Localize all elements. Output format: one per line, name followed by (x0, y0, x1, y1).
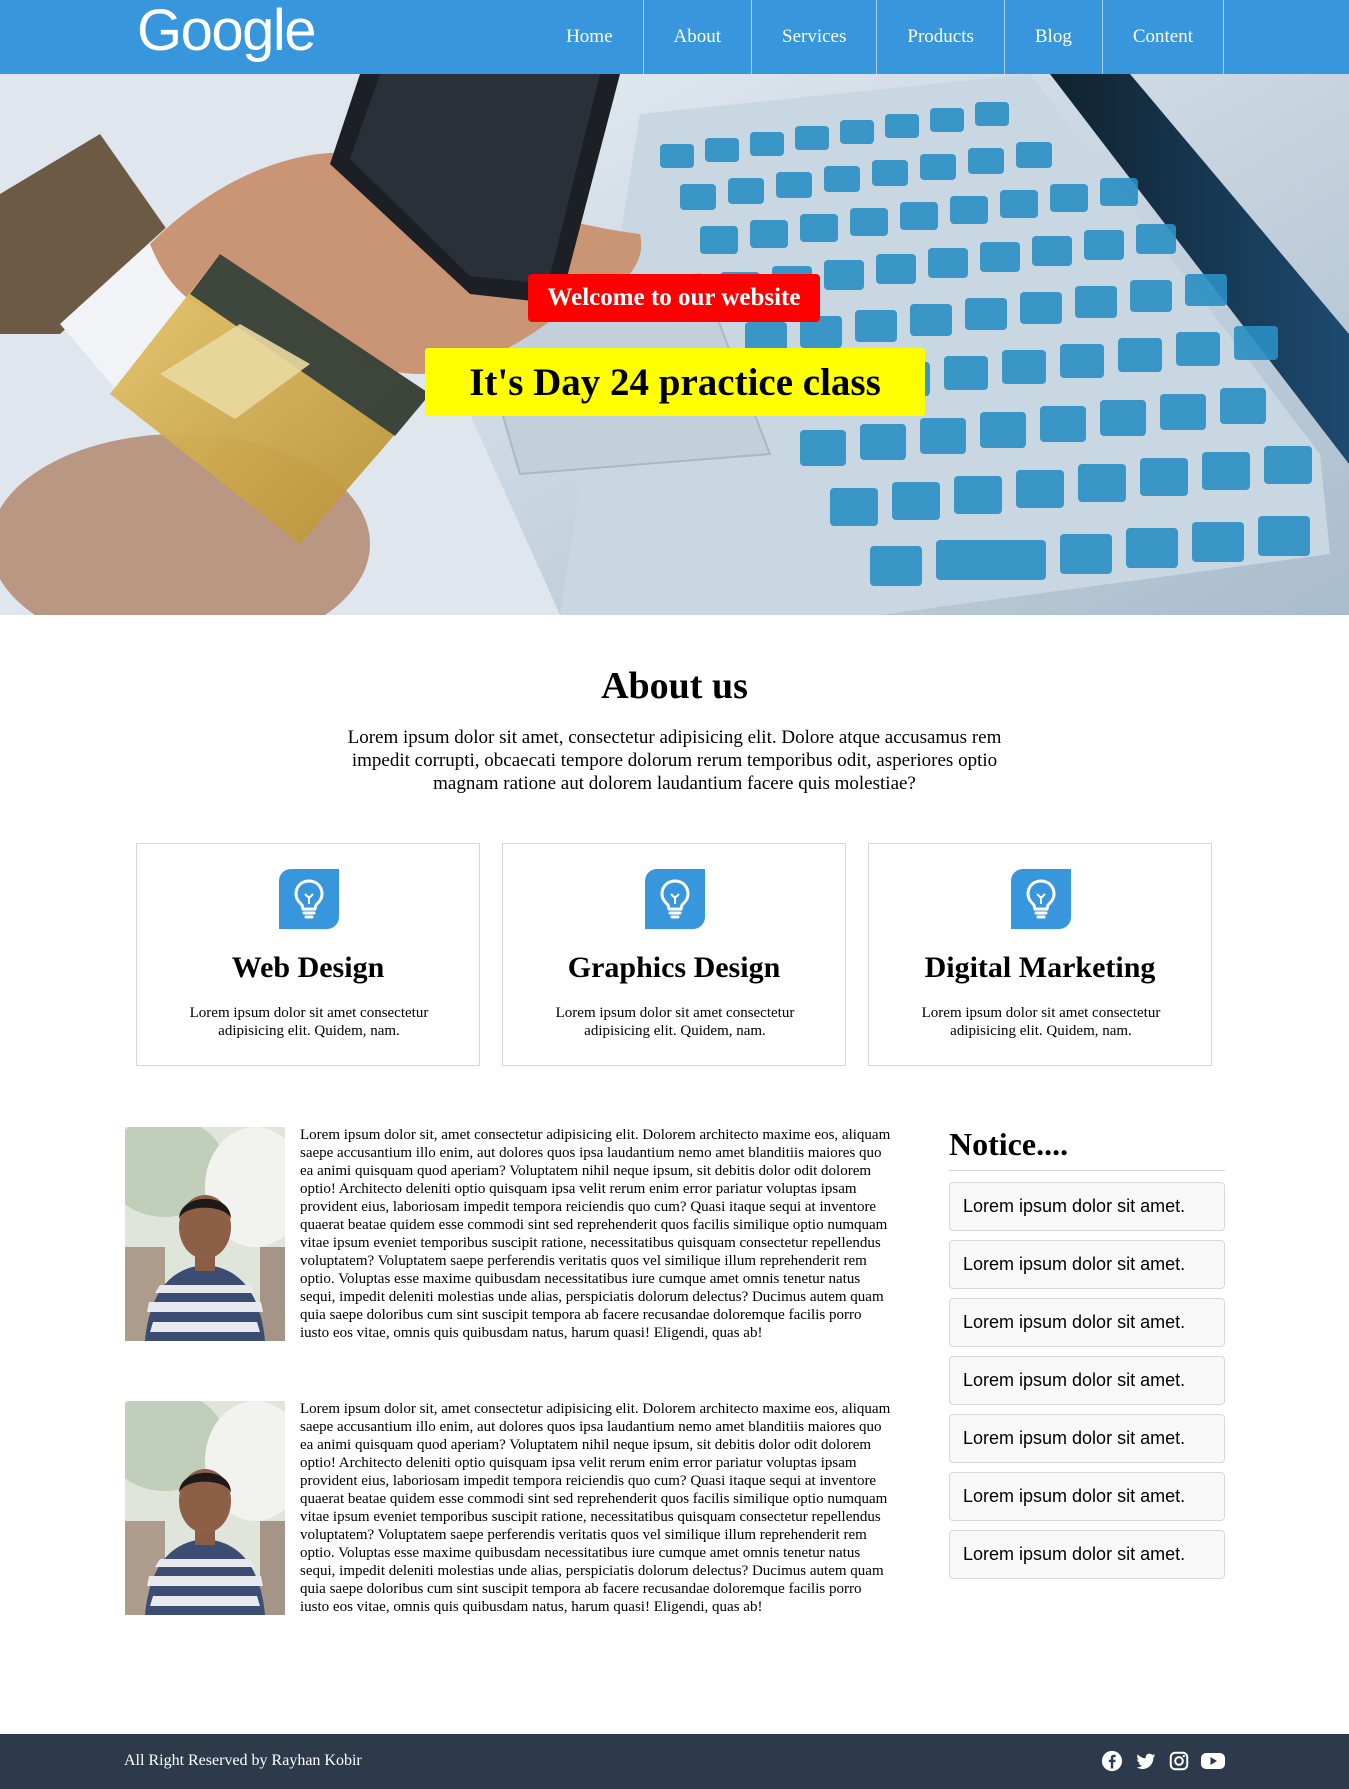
notice-item[interactable]: Lorem ipsum dolor sit amet. (949, 1298, 1225, 1347)
nav-content[interactable]: Content (1103, 0, 1224, 74)
author-photo (125, 1401, 285, 1615)
notice-item[interactable]: Lorem ipsum dolor sit amet. (949, 1182, 1225, 1231)
site-header: Google Home About Services Products Blog… (0, 0, 1349, 74)
lightbulb-icon (1011, 869, 1071, 929)
about-title: About us (601, 665, 748, 707)
nav-products[interactable]: Products (877, 0, 1005, 74)
welcome-badge: Welcome to our website (528, 274, 820, 322)
youtube-icon[interactable] (1200, 1750, 1226, 1772)
about-text: Lorem ipsum dolor sit amet, consectetur … (347, 727, 1002, 794)
copyright-text: All Right Reserved by Rayhan Kobir (124, 1752, 362, 1769)
service-text: Lorem ipsum dolor sit amet consectetur a… (555, 1005, 795, 1039)
instagram-icon[interactable] (1168, 1750, 1190, 1772)
hero-banner: Welcome to our website It's Day 24 pract… (0, 74, 1349, 615)
service-title: Digital Marketing (924, 951, 1156, 984)
post-item: Lorem ipsum dolor sit, amet consectetur … (125, 1400, 893, 1616)
service-card-graphics-design: Graphics Design Lorem ipsum dolor sit am… (502, 843, 846, 1066)
notice-item[interactable]: Lorem ipsum dolor sit amet. (949, 1414, 1225, 1463)
nav-blog[interactable]: Blog (1005, 0, 1103, 74)
site-logo[interactable]: Google (137, 0, 317, 68)
lightbulb-icon (279, 869, 339, 929)
service-card-digital-marketing: Digital Marketing Lorem ipsum dolor sit … (868, 843, 1212, 1066)
post-item: Lorem ipsum dolor sit, amet consectetur … (125, 1126, 893, 1342)
hero-image (0, 74, 1349, 615)
site-footer: All Right Reserved by Rayhan Kobir (0, 1734, 1349, 1789)
nav-home[interactable]: Home (536, 0, 644, 74)
post-text: Lorem ipsum dolor sit, amet consectetur … (300, 1127, 891, 1341)
service-title: Web Design (231, 951, 385, 984)
service-text: Lorem ipsum dolor sit amet consectetur a… (921, 1005, 1161, 1039)
post-text: Lorem ipsum dolor sit, amet consectetur … (300, 1401, 891, 1615)
notice-divider (949, 1170, 1225, 1171)
nav-services[interactable]: Services (752, 0, 878, 74)
author-photo (125, 1127, 285, 1341)
lightbulb-icon (645, 869, 705, 929)
notice-item[interactable]: Lorem ipsum dolor sit amet. (949, 1356, 1225, 1405)
notice-item[interactable]: Lorem ipsum dolor sit amet. (949, 1530, 1225, 1579)
service-text: Lorem ipsum dolor sit amet consectetur a… (189, 1005, 429, 1039)
notice-item[interactable]: Lorem ipsum dolor sit amet. (949, 1472, 1225, 1521)
facebook-icon[interactable] (1101, 1750, 1123, 1772)
hero-title: It's Day 24 practice class (425, 348, 925, 416)
notice-item[interactable]: Lorem ipsum dolor sit amet. (949, 1240, 1225, 1289)
twitter-icon[interactable] (1135, 1750, 1157, 1772)
service-title: Graphics Design (567, 951, 781, 984)
main-nav: Home About Services Products Blog Conten… (536, 0, 1224, 74)
notice-title: Notice.... (949, 1126, 1069, 1162)
service-card-web-design: Web Design Lorem ipsum dolor sit amet co… (136, 843, 480, 1066)
nav-about[interactable]: About (644, 0, 752, 74)
